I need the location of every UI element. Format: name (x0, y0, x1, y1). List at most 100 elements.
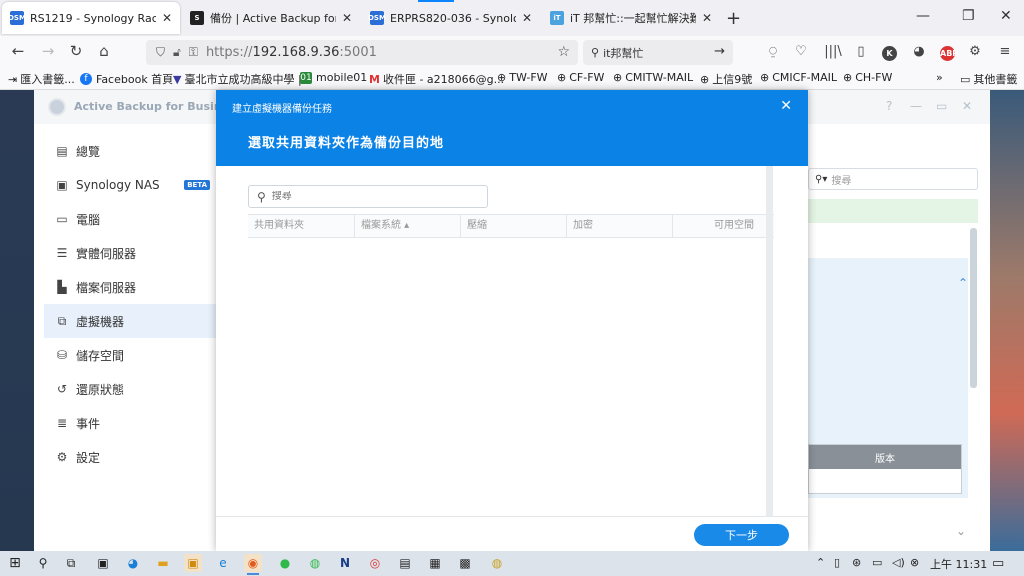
app-minimize-button[interactable]: — (910, 99, 922, 113)
line-icon[interactable]: ● (276, 554, 294, 572)
column-compression[interactable]: 壓縮 (460, 215, 566, 237)
tray-overflow-icon[interactable]: ⌃ (816, 556, 825, 569)
app-scrollbar[interactable] (970, 228, 977, 388)
url-text[interactable]: https://192.168.9.36:5001 (206, 45, 377, 60)
tab-active-backup[interactable]: S 備份 | Active Backup for Busine ✕ (182, 0, 360, 36)
bookmark-gmail[interactable]: M 收件匣 - a218066@g... (369, 71, 504, 87)
bookmark-other[interactable]: ▭ 其他書籤 (960, 71, 1017, 87)
app-icon-2[interactable]: ▤ (396, 554, 414, 572)
tray-icon-1[interactable]: ▯ (834, 556, 840, 569)
sidebar-icon[interactable]: ▯ (852, 44, 870, 59)
url-bar[interactable]: ⛉ 🔓︎ ⚿ https://192.168.9.36:5001 ☆ (146, 40, 578, 65)
adblock-icon[interactable]: ABP (940, 46, 958, 61)
search-go-icon[interactable]: → (714, 44, 725, 59)
tab-ithome[interactable]: iT iT 邦幫忙::一起幫忙解決難題，拯 ✕ (542, 0, 720, 36)
tray-icon-2[interactable]: ⊛ (852, 556, 861, 569)
sidebar-item-overview[interactable]: ▤ 總覽 (44, 134, 216, 168)
taskbar-clock[interactable]: 上午 11:31 (930, 556, 987, 572)
close-tab-icon[interactable]: ✕ (342, 11, 352, 25)
sidebar-item-settings[interactable]: ⚙ 設定 (44, 440, 216, 474)
extension-glasses-icon[interactable]: ◕ (910, 44, 928, 59)
sidebar-item-virtual-machine[interactable]: ⧉ 虛擬機器 (44, 304, 216, 338)
sidebar-item-storage[interactable]: ⛁ 儲存空間 (44, 338, 216, 372)
close-tab-icon[interactable]: ✕ (702, 11, 712, 25)
help-button[interactable]: ? (886, 99, 892, 113)
column-shared-folder[interactable]: 共用資料夾 (248, 215, 354, 237)
dialog-window-title: 建立虛擬機器備份任務 (232, 104, 332, 115)
shared-folder-search[interactable]: ⚲ (248, 185, 488, 208)
shield-icon[interactable]: ⛉ (156, 45, 165, 60)
notification-icon[interactable]: ▭ (992, 556, 1004, 571)
back-button[interactable]: ← (8, 42, 28, 60)
app-icon-3[interactable]: ▦ (426, 554, 444, 572)
close-tab-icon[interactable]: ✕ (162, 11, 172, 25)
app-icon-4[interactable]: ▩ (456, 554, 474, 572)
column-file-system[interactable]: 檔案系統 ▴ (354, 215, 460, 237)
chevron-down-icon[interactable]: ⌄ (956, 524, 966, 538)
chevron-up-icon[interactable]: ⌃ (958, 276, 968, 290)
task-view-icon[interactable]: ⧉ (62, 554, 80, 572)
tray-icon-3[interactable]: ⊗ (910, 556, 919, 569)
extension-gear-icon[interactable]: ⚙ (966, 44, 984, 59)
lock-icon[interactable]: 🔓︎ (173, 45, 181, 60)
home-button[interactable]: ⌂ (94, 42, 114, 60)
tab-rs1219[interactable]: DSM RS1219 - Synology RackStatio ✕ (2, 2, 180, 34)
bookmark-cmitw-mail[interactable]: ⊕ CMITW-MAIL (613, 71, 693, 84)
forward-button[interactable]: → (38, 42, 58, 60)
bookmark-star-icon[interactable]: ☆ (557, 44, 570, 60)
app-maximize-button[interactable]: ▭ (936, 99, 947, 113)
bookmark-cmicf-mail[interactable]: ⊕ CMICF-MAIL (760, 71, 837, 84)
wechat-icon[interactable]: ◍ (306, 554, 324, 572)
sidebar-item-computer[interactable]: ▭ 電腦 (44, 202, 216, 236)
bookmark-ch-fw[interactable]: ⊕ CH-FW (843, 71, 892, 84)
app-n-icon[interactable]: N (336, 554, 354, 572)
bookmark-school[interactable]: ▼ 臺北市立成功高級中學 | (173, 71, 302, 87)
app-icon-5[interactable]: ◍ (488, 554, 506, 572)
chrome-icon[interactable]: ◎ (366, 554, 384, 572)
sidebar-item-restore-status[interactable]: ↺ 還原狀態 (44, 372, 216, 406)
ie-icon[interactable]: e (214, 554, 232, 572)
bookmark-import[interactable]: ⇥ 匯入書籤... (8, 71, 75, 87)
column-free-space[interactable]: 可用空間 (672, 215, 760, 237)
app-search-input[interactable]: ⚲▾ 搜尋 (808, 168, 978, 190)
dialog-scrollbar[interactable] (766, 166, 773, 516)
extension-k-icon[interactable]: K (882, 46, 897, 61)
file-explorer-icon[interactable]: ▬ (154, 554, 172, 572)
menu-icon[interactable]: ≡ (996, 44, 1014, 59)
volume-icon[interactable]: ◁) (892, 556, 905, 569)
sidebar-item-file-server[interactable]: ▙ 檔案伺服器 (44, 270, 216, 304)
shield-heart-icon[interactable]: ♡ (792, 44, 810, 59)
app-close-button[interactable]: ✕ (962, 99, 972, 113)
windows-start-icon[interactable]: ⊞ (6, 554, 24, 572)
key-icon[interactable]: ⚿ (189, 45, 198, 60)
library-icon[interactable]: |||\ (824, 44, 842, 59)
network-icon[interactable]: ▭ (872, 556, 882, 569)
edge-icon[interactable]: ◕ (124, 554, 142, 572)
new-tab-button[interactable]: + (726, 8, 741, 29)
sidebar-item-events[interactable]: ≣ 事件 (44, 406, 216, 440)
sidebar-item-synology-nas[interactable]: ▣ Synology NAS BETA (44, 168, 216, 202)
sidebar-item-physical-server[interactable]: ☰ 實體伺服器 (44, 236, 216, 270)
dialog-close-button[interactable]: ✕ (780, 98, 792, 114)
app-icon-orange[interactable]: ▣ (184, 554, 202, 572)
tab-erprs820[interactable]: DSM ERPRS820-036 - Synology NA ✕ (362, 0, 540, 36)
restore-button[interactable]: ❐ (962, 8, 975, 24)
reload-button[interactable]: ↻ (66, 42, 86, 60)
next-button[interactable]: 下一步 (694, 524, 789, 546)
firefox-icon[interactable]: ◉ (244, 554, 262, 575)
pocket-icon[interactable]: ⍜ (764, 44, 782, 59)
close-window-button[interactable]: ✕ (1000, 8, 1012, 24)
bookmark-mobile01[interactable]: 01 mobile01 (300, 71, 367, 84)
shared-folder-search-input[interactable] (271, 191, 472, 202)
bookmarks-overflow-icon[interactable]: » (936, 71, 943, 84)
taskbar-search-icon[interactable]: ⚲ (34, 554, 52, 572)
close-tab-icon[interactable]: ✕ (522, 11, 532, 25)
bookmark-cf-fw[interactable]: ⊕ CF-FW (557, 71, 604, 84)
minimize-button[interactable]: — (916, 8, 930, 24)
bookmark-9[interactable]: ⊕ 上信9號 (700, 71, 752, 87)
bookmark-facebook[interactable]: f Facebook 首頁 (80, 71, 173, 87)
column-encryption[interactable]: 加密 (566, 215, 672, 237)
search-bar[interactable]: ⚲ it邦幫忙 → (583, 40, 733, 65)
app-icon-1[interactable]: ▣ (94, 554, 112, 572)
bookmark-tw-fw[interactable]: ⊕ TW-FW (497, 71, 548, 84)
